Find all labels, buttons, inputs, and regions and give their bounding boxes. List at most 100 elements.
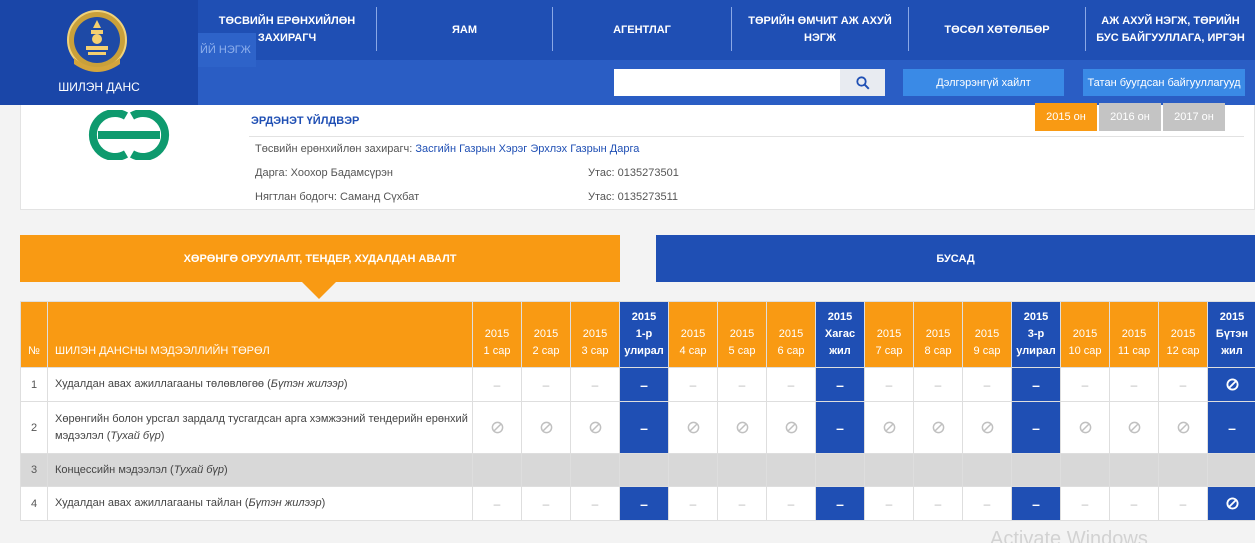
status-cell[interactable] (717, 401, 767, 454)
status-cell[interactable] (668, 401, 718, 454)
status-cell[interactable] (962, 401, 1012, 454)
status-cell[interactable] (1207, 367, 1255, 402)
table-body: 1 Худалдан авах ажиллагааны төлөвлөгөө (Б… (20, 367, 1255, 521)
search-icon (855, 75, 870, 90)
status-cell (521, 453, 571, 487)
status-cell: – (1158, 367, 1208, 402)
row-title: Худалдан авах ажиллагааны тайлан (Бүтэн … (47, 486, 473, 521)
status-cell (962, 453, 1012, 487)
year-2017-button[interactable]: 2017 он (1163, 103, 1225, 131)
header-year: 2015 (1170, 328, 1196, 340)
search-button[interactable] (840, 69, 885, 96)
header-period: 12 сар (1166, 345, 1200, 357)
dissolved-orgs-button[interactable]: Татан буугдсан байгууллагууд (1083, 69, 1245, 96)
status-cell: – (962, 486, 1012, 521)
menu-businesses-ngos[interactable]: АЖ АХУЙ НЭГЖ, ТӨРИЙН БУС БАЙГУУЛЛАГА, ИР… (1086, 0, 1255, 60)
header-period: 3 сар (581, 345, 609, 357)
status-cell (1207, 453, 1255, 487)
advanced-search-button[interactable]: Дэлгэрэнгүй хайлт (903, 69, 1064, 96)
menu-budget-manager[interactable]: ТӨСВИЙН ЕРӨНХИЙЛӨН ЗАХИРАГЧ (198, 0, 376, 60)
month-header: 2015 6 сар (766, 301, 816, 368)
status-cell: – (668, 486, 718, 521)
status-cell[interactable] (766, 401, 816, 454)
month-header: 2015 12 сар (1158, 301, 1208, 368)
status-cell: – (1207, 401, 1255, 454)
status-cell: – (619, 367, 669, 402)
status-cell: – (570, 367, 620, 402)
header-year: 2015 (582, 328, 608, 340)
dash-mark: – (885, 377, 893, 392)
quarter-header: 2015 Бүтэн жил (1207, 301, 1255, 368)
status-cell: – (1011, 367, 1061, 402)
director-phone: Утас: 0135273501 (588, 167, 679, 179)
top-navigation: ЙЙ НЭГЖ ШИЛЭН ДАНС ТӨСВИЙН ЕРӨНХИЙЛӨН ЗА… (0, 0, 1255, 105)
dash-mark: – (738, 377, 746, 392)
status-cell: – (815, 401, 865, 454)
status-cell[interactable] (1060, 401, 1110, 454)
quarter-header: 2015 1-р улирал (619, 301, 669, 368)
dash-mark: – (836, 419, 844, 436)
dash-mark: – (689, 496, 697, 511)
status-cell: – (913, 486, 963, 521)
menu-agency[interactable]: АГЕНТЛАГ (553, 0, 731, 60)
header-period: 6 сар (777, 345, 805, 357)
header-period: 11 сар (1117, 345, 1151, 357)
status-cell[interactable] (1158, 401, 1208, 454)
header-year: 2015 (1023, 311, 1049, 323)
dash-mark: – (640, 376, 648, 393)
table-row: 1 Худалдан авах ажиллагааны төлөвлөгөө (Б… (20, 367, 1255, 402)
menu-state-owned[interactable]: ТӨРИЙН ӨМЧИТ АЖ АХУЙ НЭГЖ (732, 0, 908, 60)
not-available-icon (1079, 421, 1091, 434)
status-cell[interactable] (570, 401, 620, 454)
tab-other[interactable]: БУСАД (656, 235, 1255, 282)
year-2015-button[interactable]: 2015 он (1035, 103, 1097, 131)
quarter-header: 2015 Хагас жил (815, 301, 865, 368)
dash-mark: – (738, 496, 746, 511)
dash-mark: – (1228, 419, 1236, 436)
dash-mark: – (640, 419, 648, 436)
menu-projects[interactable]: ТӨСӨЛ ХӨТӨЛБӨР (909, 0, 1085, 60)
dash-mark: – (983, 377, 991, 392)
status-cell[interactable] (864, 401, 914, 454)
status-cell (619, 453, 669, 487)
status-cell[interactable] (1207, 486, 1255, 521)
status-cell[interactable] (472, 401, 522, 454)
not-available-icon (932, 421, 944, 434)
header-year: 2015 (778, 328, 804, 340)
status-cell[interactable] (913, 401, 963, 454)
status-cell: – (864, 486, 914, 521)
dash-mark: – (836, 495, 844, 512)
header-year: 2015 (1072, 328, 1098, 340)
dash-mark: – (885, 496, 893, 511)
status-cell[interactable] (1109, 401, 1159, 454)
status-cell: – (1060, 367, 1110, 402)
status-cell: – (668, 367, 718, 402)
status-cell: – (815, 486, 865, 521)
not-available-icon (736, 421, 748, 434)
status-cell: – (766, 367, 816, 402)
windows-watermark: Activate Windows (990, 528, 1148, 543)
status-cell: – (962, 367, 1012, 402)
header-year: 2015 (729, 328, 755, 340)
status-cell: – (1109, 486, 1159, 521)
search-input[interactable] (614, 69, 840, 96)
month-header: 2015 9 сар (962, 301, 1012, 368)
row-title: Хөрөнгийн болон урсгал зардалд тусгагдса… (47, 401, 473, 454)
dash-mark: – (983, 496, 991, 511)
header-period: 8 сар (924, 345, 952, 357)
year-2016-button[interactable]: 2016 он (1099, 103, 1161, 131)
soyombo-emblem-icon (67, 10, 127, 72)
budget-manager-link[interactable]: Засгийн Газрын Хэрэг Эрхлэх Газрын Дарга (415, 143, 639, 155)
status-cell (1011, 453, 1061, 487)
site-logo[interactable]: ШИЛЭН ДАНС (0, 0, 198, 105)
status-cell[interactable] (521, 401, 571, 454)
organization-name[interactable]: ЭРДЭНЭТ ҮЙЛДВЭР (251, 115, 359, 127)
status-cell (668, 453, 718, 487)
status-cell: – (864, 367, 914, 402)
menu-ministry[interactable]: ЯАМ (377, 0, 552, 60)
status-cell: – (1109, 367, 1159, 402)
status-cell: – (913, 367, 963, 402)
tab-procurement[interactable]: ХӨРӨНГӨ ОРУУЛАЛТ, ТЕНДЕР, ХУДАЛДАН АВАЛТ (20, 235, 620, 282)
header-period: 5 сар (728, 345, 756, 357)
status-cell: – (815, 367, 865, 402)
